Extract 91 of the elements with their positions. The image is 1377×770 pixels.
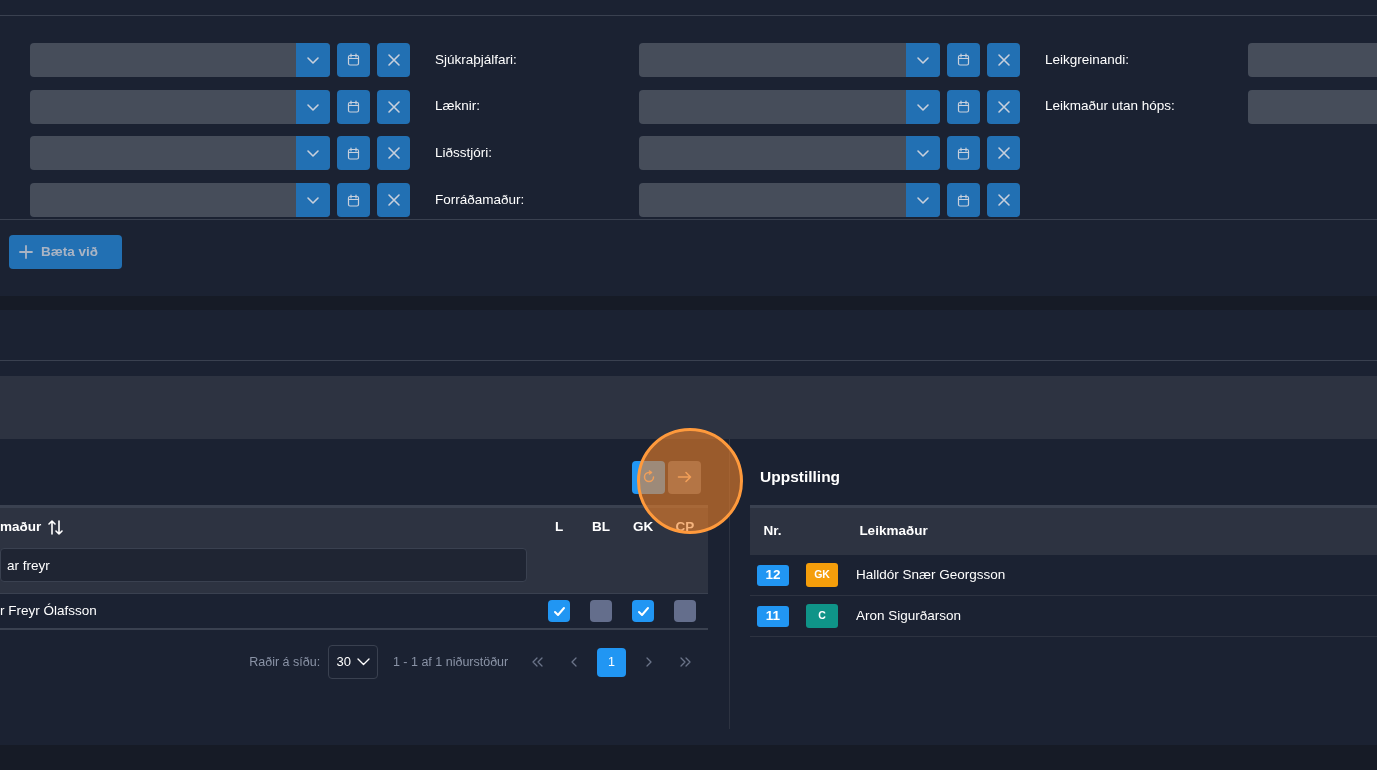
column-header: Nr.: [762, 522, 783, 541]
clear-button[interactable]: [377, 89, 410, 124]
select-field[interactable]: [639, 42, 940, 77]
checkbox[interactable]: [548, 600, 570, 622]
column-header: CP: [674, 517, 696, 536]
clear-button[interactable]: [377, 136, 410, 171]
dropdown-button[interactable]: [906, 89, 940, 124]
dropdown-button[interactable]: [906, 42, 940, 77]
clear-button[interactable]: [987, 136, 1020, 171]
chevron-down-icon: [356, 658, 370, 666]
results-summary: 1 - 1 af 1 niðurstöður: [392, 653, 509, 671]
close-icon: [996, 99, 1011, 114]
number-badge: 12: [757, 564, 789, 586]
calendar-button[interactable]: [337, 89, 370, 124]
input-field[interactable]: [1248, 89, 1377, 124]
checkbox[interactable]: [632, 600, 654, 622]
calendar-icon: [957, 193, 970, 207]
calendar-button[interactable]: [947, 183, 980, 218]
chevron-left-icon: [571, 657, 578, 667]
double-chevron-right-icon: [680, 657, 691, 667]
calendar-icon: [347, 53, 360, 67]
select-field[interactable]: [639, 89, 940, 124]
dropdown-button[interactable]: [906, 183, 940, 218]
calendar-button[interactable]: [947, 136, 980, 171]
calendar-icon: [957, 53, 970, 67]
field-label: Sjúkraþjálfari:: [435, 50, 518, 69]
clear-button[interactable]: [987, 183, 1020, 218]
select-field[interactable]: [30, 183, 330, 218]
close-icon: [996, 193, 1011, 208]
player-name: Aron Sigurðarson: [856, 606, 963, 625]
field-label: Læknir:: [435, 97, 481, 116]
field-label: Leikmaður utan hóps:: [1045, 97, 1176, 116]
checkmark-icon: [552, 604, 566, 618]
column-header[interactable]: maður: [0, 516, 42, 538]
column-header: Leikmaður: [858, 522, 929, 541]
column-header: L: [553, 517, 565, 536]
double-chevron-left-icon: [532, 657, 543, 667]
dropdown-button[interactable]: [296, 183, 330, 218]
player-name: Halldór Snær Georgsson: [856, 565, 1007, 584]
calendar-icon: [957, 146, 970, 160]
filter-field[interactable]: ar freyr: [0, 548, 527, 582]
select-field[interactable]: [639, 183, 940, 218]
field-label: Forráðamaður:: [435, 191, 526, 210]
clear-button[interactable]: [987, 42, 1020, 77]
rows-per-page-select[interactable]: 30: [328, 645, 379, 679]
arrow-right-icon: [677, 470, 692, 484]
field-label: Leikgreinandi:: [1045, 50, 1131, 69]
checkbox[interactable]: [590, 600, 612, 622]
select-field[interactable]: [30, 136, 330, 171]
position-badge: GK: [806, 563, 838, 587]
chevron-right-icon: [645, 657, 652, 667]
close-icon: [386, 146, 401, 161]
calendar-button[interactable]: [337, 42, 370, 77]
clear-button[interactable]: [377, 42, 410, 77]
close-icon: [996, 52, 1011, 67]
field-label: Liðsstjóri:: [435, 144, 494, 163]
dropdown-button[interactable]: [296, 136, 330, 171]
clear-button[interactable]: [987, 89, 1020, 124]
dropdown-button[interactable]: [296, 42, 330, 77]
player-name: r Freyr Ólafsson: [0, 601, 98, 620]
input-field[interactable]: [1248, 42, 1377, 77]
refresh-icon: [641, 470, 656, 484]
calendar-icon: [347, 146, 360, 160]
calendar-icon: [347, 100, 360, 114]
refresh-button[interactable]: [632, 460, 665, 494]
clear-button[interactable]: [377, 183, 410, 218]
section-title: Uppstilling: [760, 467, 841, 488]
close-icon: [386, 99, 401, 114]
close-icon: [386, 193, 401, 208]
checkbox[interactable]: [674, 600, 696, 622]
number-badge: 11: [757, 605, 789, 627]
calendar-button[interactable]: [947, 42, 980, 77]
position-badge: C: [806, 604, 838, 628]
rows-per-page-label: Raðir á síðu:: [249, 653, 321, 671]
sort-icon: [48, 519, 64, 535]
close-icon: [996, 146, 1011, 161]
dropdown-button[interactable]: [296, 89, 330, 124]
calendar-icon: [347, 193, 360, 207]
calendar-icon: [957, 100, 970, 114]
plus-icon: [19, 245, 33, 259]
calendar-button[interactable]: [337, 136, 370, 171]
calendar-button[interactable]: [947, 89, 980, 124]
column-header: BL: [591, 517, 611, 536]
calendar-button[interactable]: [337, 183, 370, 218]
select-field[interactable]: [30, 89, 330, 124]
close-icon: [386, 52, 401, 67]
select-field[interactable]: [30, 42, 330, 77]
column-header: GK: [631, 517, 655, 536]
select-field[interactable]: [639, 136, 940, 171]
dropdown-button[interactable]: [906, 136, 940, 171]
checkmark-icon: [636, 604, 650, 618]
